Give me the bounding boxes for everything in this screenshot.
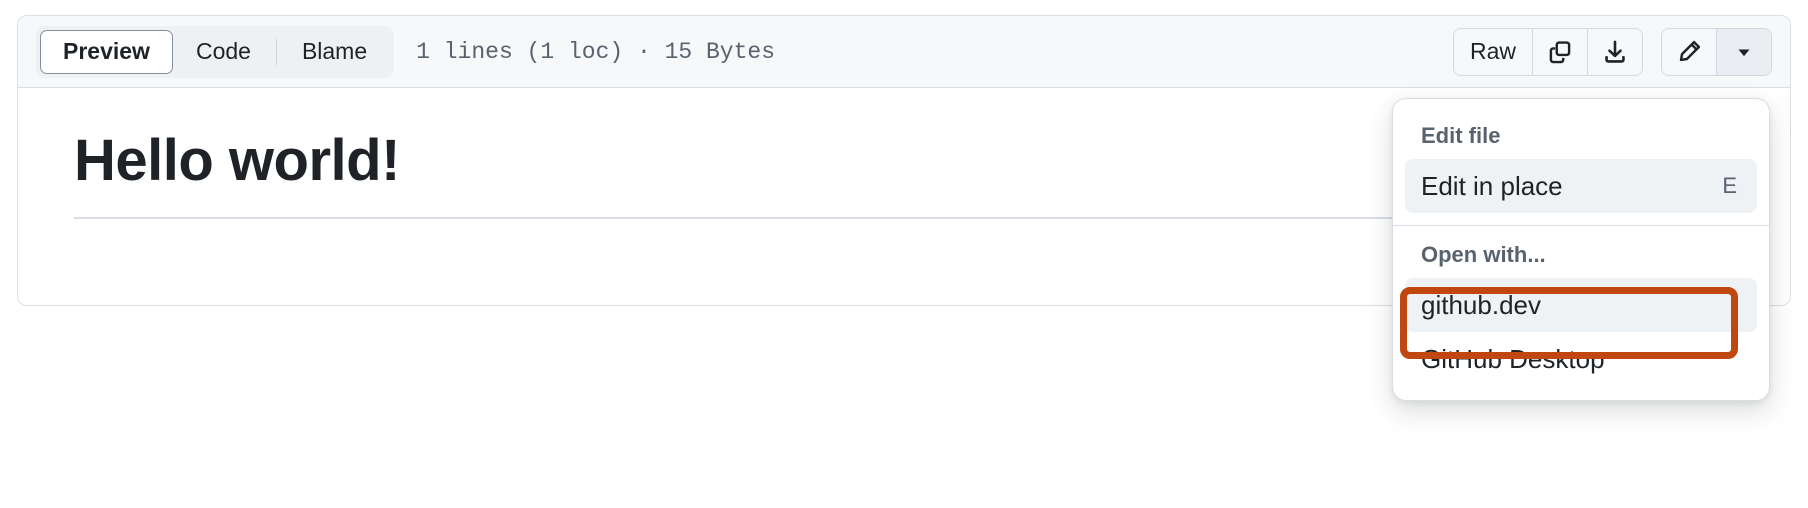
menu-item-shortcut: E: [1722, 173, 1737, 198]
tab-code[interactable]: Code: [173, 30, 274, 74]
download-raw-file-button[interactable]: [1588, 28, 1642, 75]
edit-file-button[interactable]: [1662, 28, 1717, 75]
menu-divider: [1393, 225, 1769, 226]
edit-file-split-button: [1661, 27, 1772, 76]
chevron-down-icon: [1733, 41, 1755, 63]
edit-file-dropdown-toggle[interactable]: [1717, 28, 1771, 75]
pencil-icon: [1676, 39, 1702, 65]
menu-item-label: github.dev: [1421, 289, 1541, 320]
menu-section-title-edit-file: Edit file: [1421, 123, 1501, 148]
view-mode-segmented-control[interactable]: Preview Code Blame: [36, 25, 395, 78]
raw-button[interactable]: Raw: [1453, 28, 1533, 75]
menu-item-label: GitHub Desktop: [1421, 343, 1605, 374]
segmented-divider: [275, 38, 277, 65]
menu-group-edit-file: Edit in place E: [1393, 159, 1769, 213]
download-icon: [1602, 39, 1628, 65]
menu-item-github-desktop[interactable]: GitHub Desktop: [1405, 332, 1757, 386]
menu-group-open-with: github.dev . GitHub Desktop: [1393, 278, 1769, 386]
copy-icon: [1547, 39, 1573, 65]
copy-raw-contents-button[interactable]: [1533, 28, 1588, 75]
edit-file-dropdown-menu: Edit file Edit in place E Open with... g…: [1392, 98, 1770, 401]
screenshot-root: Preview Code Blame 1 lines (1 loc) · 15 …: [0, 0, 1808, 508]
file-actions-toolbar: Raw: [1452, 27, 1772, 76]
menu-item-edit-in-place[interactable]: Edit in place E: [1405, 159, 1757, 213]
menu-section-title-open-with: Open with...: [1421, 242, 1546, 267]
menu-item-label: Edit in place: [1421, 170, 1563, 201]
raw-copy-download-group: Raw: [1452, 27, 1643, 76]
menu-item-github-dev[interactable]: github.dev .: [1405, 278, 1757, 332]
file-header-toolbar: Preview Code Blame 1 lines (1 loc) · 15 …: [18, 16, 1790, 88]
file-meta-text: 1 lines (1 loc) · 15 Bytes: [416, 38, 775, 65]
tab-blame[interactable]: Blame: [279, 30, 390, 74]
menu-item-shortcut: .: [1730, 292, 1737, 317]
tab-preview[interactable]: Preview: [40, 29, 173, 74]
